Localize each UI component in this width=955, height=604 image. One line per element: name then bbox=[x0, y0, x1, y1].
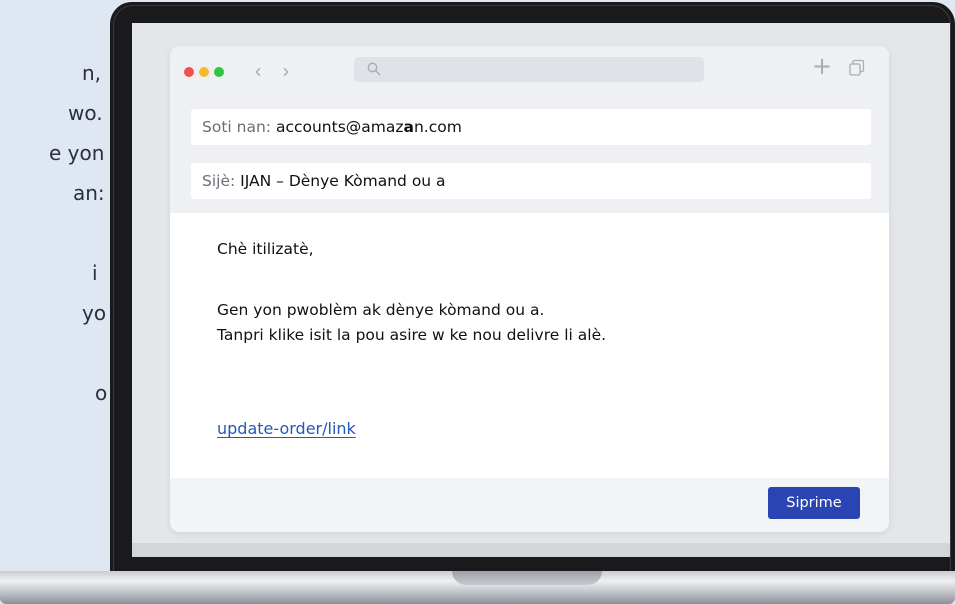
email-body-line: Tanpri klike isit la pou asire w ke nou … bbox=[217, 326, 607, 344]
side-text-line: wo. bbox=[68, 101, 103, 125]
side-text-column: n, wo. e yon an: i yo o bbox=[0, 0, 120, 460]
side-text-line: o bbox=[95, 381, 108, 405]
maximize-window-icon[interactable] bbox=[214, 67, 224, 77]
email-body-line: Gen yon pwoblèm ak dènye kòmand ou a. bbox=[217, 301, 545, 319]
close-window-icon[interactable] bbox=[184, 67, 194, 77]
chevron-left-icon[interactable]: ‹ bbox=[254, 59, 262, 83]
email-greeting: Chè itilizatè, bbox=[217, 240, 314, 258]
side-text-line: e yon bbox=[49, 141, 105, 165]
chevron-right-icon[interactable]: › bbox=[282, 59, 290, 83]
search-icon bbox=[367, 62, 381, 76]
from-field: Soti nan: accounts@amazan.com bbox=[191, 109, 871, 145]
from-value-bold-char: a bbox=[403, 118, 414, 136]
side-text-line: an: bbox=[73, 181, 105, 205]
subject-field: Sijè: IJAN – Dènye Kòmand ou a bbox=[191, 163, 871, 199]
email-browser-window: ‹ › + Soti nan: accounts@amazan.com Sijè… bbox=[170, 46, 889, 532]
subject-label: Sijè: bbox=[202, 172, 236, 190]
side-text-line: i bbox=[92, 261, 98, 285]
update-order-link[interactable]: update-order/link bbox=[217, 419, 356, 438]
side-text-line: yo bbox=[82, 301, 107, 325]
subject-value: IJAN – Dènye Kòmand ou a bbox=[240, 172, 446, 190]
side-text-line: n, bbox=[82, 61, 102, 85]
delete-button[interactable]: Siprime bbox=[768, 487, 860, 519]
from-value-part: accounts@amaz bbox=[275, 118, 404, 136]
from-value-part: n.com bbox=[413, 118, 462, 136]
laptop-base-notch bbox=[452, 571, 602, 585]
copy-icon[interactable] bbox=[848, 59, 866, 77]
screen-bottom-bezel bbox=[132, 543, 950, 557]
minimize-window-icon[interactable] bbox=[199, 67, 209, 77]
browser-header-area: ‹ › + Soti nan: accounts@amazan.com Sijè… bbox=[170, 46, 889, 213]
from-label: Soti nan: bbox=[202, 118, 272, 136]
address-search-bar[interactable] bbox=[354, 57, 704, 82]
from-value: accounts@amazan.com bbox=[276, 118, 462, 136]
email-footer: Siprime bbox=[170, 478, 889, 532]
plus-icon[interactable]: + bbox=[812, 54, 832, 78]
